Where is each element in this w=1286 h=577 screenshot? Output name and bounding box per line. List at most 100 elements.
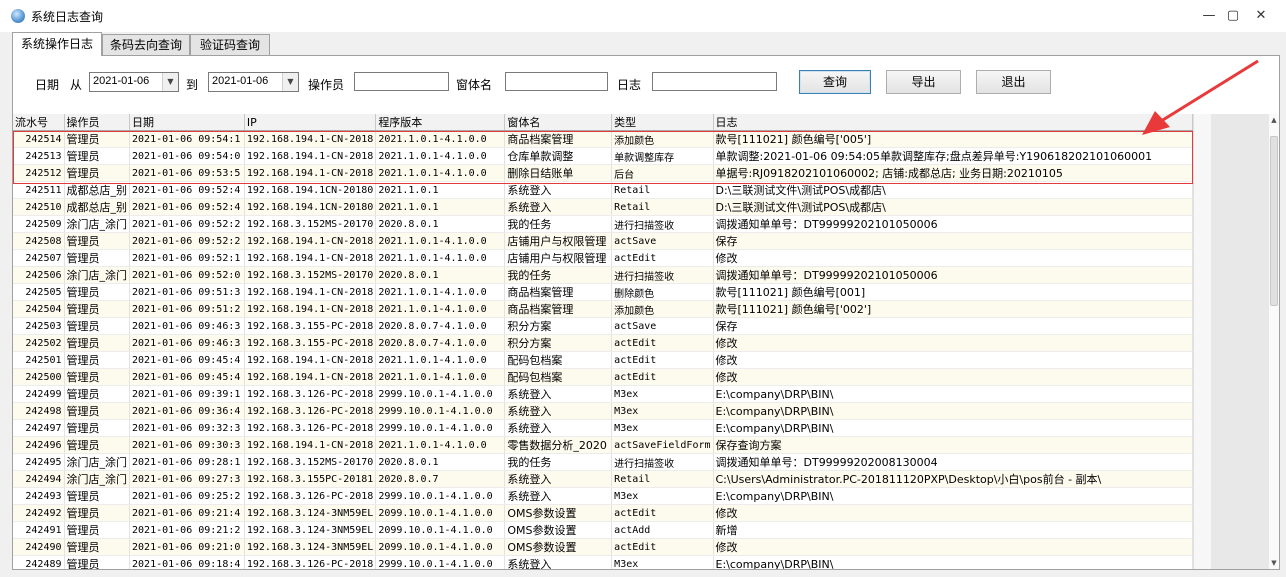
table-cell: 2021-01-06 09:18:4 bbox=[129, 555, 245, 569]
tab-system-log[interactable]: 系统操作日志 bbox=[12, 32, 102, 56]
column-header[interactable]: IP bbox=[244, 114, 377, 131]
table-cell: M3ex bbox=[611, 555, 714, 569]
chevron-down-icon[interactable]: ▼ bbox=[282, 73, 298, 91]
vertical-scrollbar[interactable]: ▲ ▼ bbox=[1269, 114, 1279, 569]
table-row[interactable]: 242489 管理员 2021-01-06 09:18:4 192.168.3.126… bbox=[13, 555, 1193, 569]
query-button[interactable]: 查询 bbox=[799, 70, 871, 94]
table-row[interactable]: 242509 涂门店_涂门 2021-01-06 09:52:2 192.168.3.… bbox=[13, 215, 1193, 233]
table-cell: 修改 bbox=[713, 504, 1193, 522]
table-cell: M3ex bbox=[611, 402, 714, 420]
operator-input[interactable] bbox=[354, 72, 449, 91]
operator-label: 操作员 bbox=[308, 78, 345, 92]
table-row[interactable]: 242493 管理员 2021-01-06 09:25:2 192.168.3.126… bbox=[13, 487, 1193, 505]
table-cell: 242511 bbox=[13, 181, 65, 199]
table-cell: 242510 bbox=[13, 198, 65, 216]
table-cell: 242509 bbox=[13, 215, 65, 233]
to-date-picker[interactable]: 2021-01-06 ▼ bbox=[208, 72, 299, 92]
minimize-button[interactable]: — bbox=[1198, 6, 1220, 26]
table-cell: 商品档案管理 bbox=[504, 283, 613, 301]
restore-button[interactable]: ▢ bbox=[1222, 6, 1244, 26]
table-row[interactable]: 242504 管理员 2021-01-06 09:51:2 192.168.194.1… bbox=[13, 300, 1193, 318]
table-cell: 192.168.3.124-3NM59EL bbox=[244, 538, 377, 556]
table-row[interactable]: 242498 管理员 2021-01-06 09:36:4 192.168.3.126… bbox=[13, 402, 1193, 420]
table-cell: 管理员 bbox=[64, 504, 131, 522]
table-cell: actSave bbox=[611, 317, 714, 335]
table-cell: 2020.8.0.7-4.1.0.0 bbox=[375, 317, 506, 335]
table-cell: 管理员 bbox=[64, 249, 131, 267]
column-header[interactable]: 类型 bbox=[611, 114, 714, 131]
table-row[interactable]: 242495 涂门店_涂门 2021-01-06 09:28:1 192.168.3.… bbox=[13, 453, 1193, 471]
table-cell: OMS参数设置 bbox=[504, 521, 613, 539]
table-cell: Retail bbox=[611, 181, 714, 199]
table-cell: 2021-01-06 09:36:4 bbox=[129, 402, 245, 420]
table-row[interactable]: 242497 管理员 2021-01-06 09:32:3 192.168.3.126… bbox=[13, 419, 1193, 437]
scroll-thumb[interactable] bbox=[1270, 136, 1278, 306]
column-header[interactable]: 窗体名 bbox=[504, 114, 613, 131]
scroll-down-icon[interactable]: ▼ bbox=[1269, 559, 1279, 567]
exit-button[interactable]: 退出 bbox=[976, 70, 1051, 94]
table-row[interactable]: 242494 涂门店_涂门 2021-01-06 09:27:3 192.168.3.… bbox=[13, 470, 1193, 488]
close-button[interactable]: ✕ bbox=[1250, 6, 1272, 26]
scroll-up-icon[interactable]: ▲ bbox=[1269, 116, 1279, 124]
table-row[interactable]: 242505 管理员 2021-01-06 09:51:3 192.168.194.1… bbox=[13, 283, 1193, 301]
table-row[interactable]: 242511 成都总店_别 2021-01-06 09:52:4 192.168.19… bbox=[13, 181, 1193, 199]
table-cell: 242508 bbox=[13, 232, 65, 250]
table-row[interactable]: 242499 管理员 2021-01-06 09:39:1 192.168.3.126… bbox=[13, 385, 1193, 403]
table-cell: actSaveFieldForm bbox=[611, 436, 714, 454]
table-row[interactable]: 242503 管理员 2021-01-06 09:46:3 192.168.3.155… bbox=[13, 317, 1193, 335]
table-row[interactable]: 242510 成都总店_别 2021-01-06 09:52:4 192.168.19… bbox=[13, 198, 1193, 216]
form-name-input[interactable] bbox=[505, 72, 608, 91]
table-row[interactable]: 242500 管理员 2021-01-06 09:45:4 192.168.194.1… bbox=[13, 368, 1193, 386]
table-row[interactable]: 242508 管理员 2021-01-06 09:52:2 192.168.194.1… bbox=[13, 232, 1193, 250]
table-row[interactable]: 242507 管理员 2021-01-06 09:52:1 192.168.194.1… bbox=[13, 249, 1193, 267]
table-cell: 192.168.194.1CN-20180 bbox=[244, 181, 377, 199]
log-input[interactable] bbox=[652, 72, 777, 91]
table-cell: 系统登入 bbox=[504, 419, 613, 437]
table-row[interactable]: 242490 管理员 2021-01-06 09:21:0 192.168.3.124… bbox=[13, 538, 1193, 556]
table-cell: 款号[111021] 颜色编号['002'] bbox=[713, 300, 1193, 318]
column-header[interactable]: 程序版本 bbox=[375, 114, 506, 131]
date-label: 日期 bbox=[35, 78, 60, 92]
table-cell: 192.168.3.155-PC-2018 bbox=[244, 317, 377, 335]
table-cell: 管理员 bbox=[64, 147, 131, 165]
export-button[interactable]: 导出 bbox=[886, 70, 961, 94]
table-cell: 管理员 bbox=[64, 351, 131, 369]
log-table-container: 流水号 操作员 日期 IP 程序版本 窗体名 类型 日志 242514 管理员 2021-01-0… bbox=[13, 114, 1193, 569]
table-cell: 进行扫描签收 bbox=[611, 215, 714, 233]
column-header[interactable]: 操作员 bbox=[64, 114, 131, 131]
table-cell: 管理员 bbox=[64, 436, 131, 454]
table-row[interactable]: 242491 管理员 2021-01-06 09:21:2 192.168.3.124… bbox=[13, 521, 1193, 539]
table-row[interactable]: 242512 管理员 2021-01-06 09:53:5 192.168.194.1… bbox=[13, 164, 1193, 182]
table-cell: 2999.10.0.1-4.1.0.0 bbox=[375, 487, 506, 505]
title-bar: 系统日志查询 — ▢ ✕ bbox=[0, 0, 1286, 32]
table-cell: actEdit bbox=[611, 249, 714, 267]
table-row[interactable]: 242496 管理员 2021-01-06 09:30:3 192.168.194.1… bbox=[13, 436, 1193, 454]
column-header[interactable]: 流水号 bbox=[13, 114, 65, 131]
column-header[interactable]: 日期 bbox=[129, 114, 245, 131]
table-cell: 涂门店_涂门 bbox=[64, 215, 131, 233]
table-cell: 调拨通知单单号：DT99999202101050006 bbox=[713, 266, 1193, 284]
table-row[interactable]: 242514 管理员 2021-01-06 09:54:1 192.168.194.1… bbox=[13, 130, 1193, 148]
table-cell: 2021.1.0.1-4.1.0.0 bbox=[375, 368, 506, 386]
table-row[interactable]: 242506 涂门店_涂门 2021-01-06 09:52:0 192.168.3.… bbox=[13, 266, 1193, 284]
table-cell: 2999.10.0.1-4.1.0.0 bbox=[375, 402, 506, 420]
from-label: 从 bbox=[70, 78, 83, 92]
chevron-down-icon[interactable]: ▼ bbox=[162, 73, 178, 91]
table-cell: 系统登入 bbox=[504, 402, 613, 420]
table-cell: 242505 bbox=[13, 283, 65, 301]
table-header-row: 流水号 操作员 日期 IP 程序版本 窗体名 类型 日志 bbox=[13, 114, 1193, 131]
table-cell: 192.168.194.1-CN-2018 bbox=[244, 147, 377, 165]
table-cell: 2021-01-06 09:53:5 bbox=[129, 164, 245, 182]
from-date-picker[interactable]: 2021-01-06 ▼ bbox=[89, 72, 179, 92]
to-label: 到 bbox=[186, 78, 199, 92]
tab-verify-code[interactable]: 验证码查询 bbox=[190, 34, 270, 55]
table-cell: 2021.1.0.1-4.1.0.0 bbox=[375, 164, 506, 182]
tab-barcode-query[interactable]: 条码去向查询 bbox=[102, 34, 190, 55]
table-row[interactable]: 242502 管理员 2021-01-06 09:46:3 192.168.3.155… bbox=[13, 334, 1193, 352]
table-row[interactable]: 242501 管理员 2021-01-06 09:45:4 192.168.194.1… bbox=[13, 351, 1193, 369]
table-cell: actEdit bbox=[611, 504, 714, 522]
table-cell: actEdit bbox=[611, 334, 714, 352]
table-cell: 242506 bbox=[13, 266, 65, 284]
table-row[interactable]: 242492 管理员 2021-01-06 09:21:4 192.168.3.124… bbox=[13, 504, 1193, 522]
table-row[interactable]: 242513 管理员 2021-01-06 09:54:0 192.168.194.1… bbox=[13, 147, 1193, 165]
